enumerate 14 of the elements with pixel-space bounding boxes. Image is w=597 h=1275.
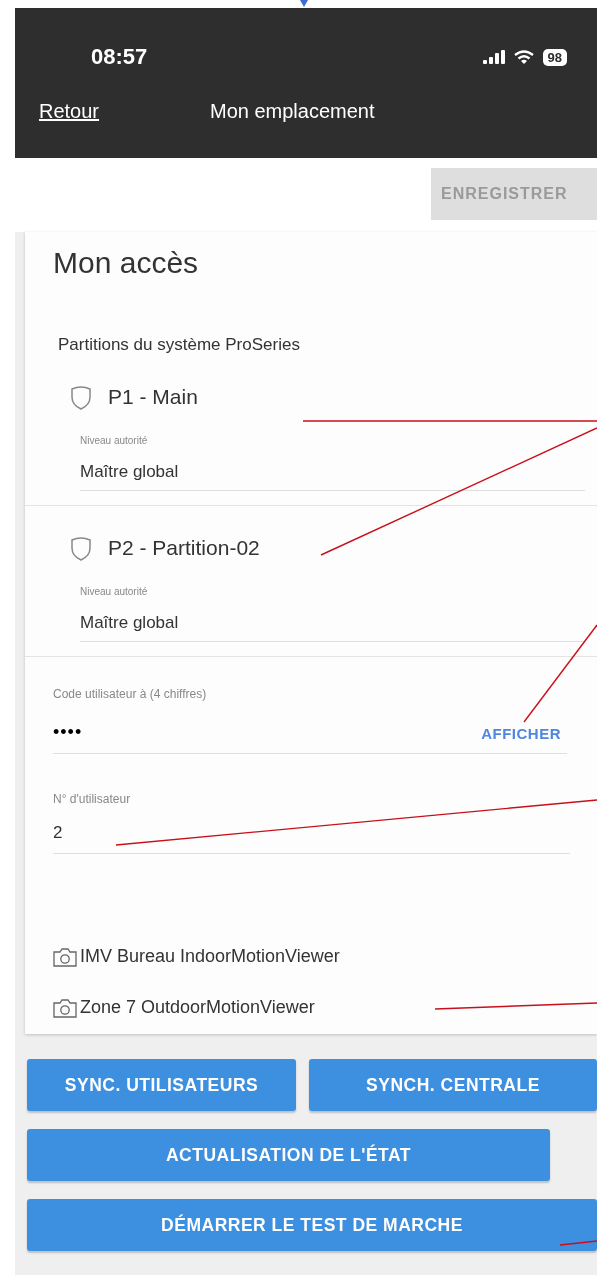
battery-level: 98 (542, 48, 567, 66)
partition-name: P2 - Partition-02 (108, 536, 260, 560)
camera-name[interactable]: Zone 7 OutdoorMotionViewer (80, 997, 315, 1018)
section-label: Partitions du système ProSeries (58, 335, 301, 355)
user-number-field[interactable]: N° d'utilisateur 2 (53, 792, 570, 854)
back-link[interactable]: Retour (39, 100, 210, 123)
partition-name: P1 - Main (108, 385, 198, 409)
show-code-button[interactable]: AFFICHER (481, 725, 561, 742)
camera-name[interactable]: IMV Bureau IndoorMotionViewer (80, 946, 340, 967)
authority-field[interactable]: Niveau autorité Maître global (80, 435, 585, 491)
status-time: 08:57 (91, 44, 148, 70)
screen-title: Mon emplacement (210, 100, 375, 123)
authority-field[interactable]: Niveau autorité Maître global (80, 586, 585, 642)
card-title: Mon accès (53, 246, 200, 280)
